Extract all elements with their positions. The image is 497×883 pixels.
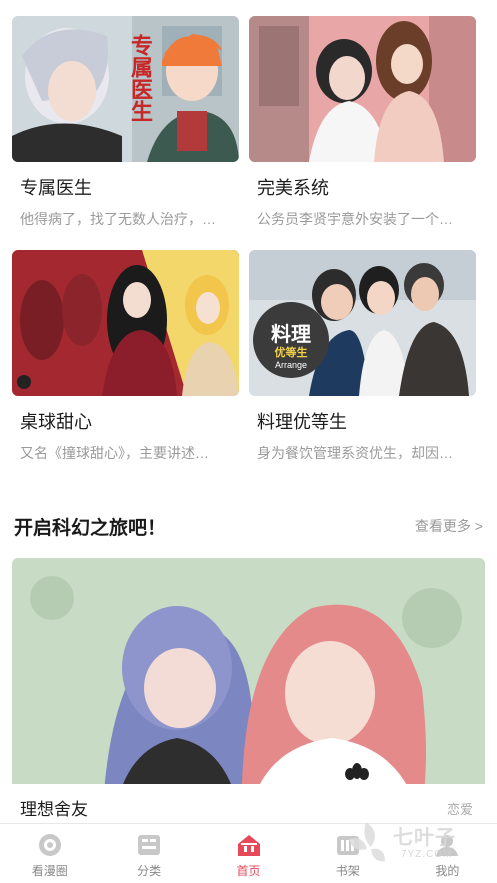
comic-description: 他得病了，找了无数人治疗，… [20, 211, 216, 227]
section-title: 开启科幻之旅吧！ [14, 517, 167, 539]
watermark-text: 七叶子 [393, 827, 456, 849]
circle-icon [35, 831, 65, 859]
comic-title: 专属医生 [20, 178, 92, 198]
brand-trefoil-mark [342, 762, 372, 780]
leaf-logo-icon [341, 817, 391, 872]
section-header: 开启科幻之旅吧！ 查看更多 > [14, 512, 483, 540]
tab-category[interactable]: 分类 [99, 824, 198, 883]
comic-title: 桌球甜心 [20, 412, 92, 432]
comic-description: 公务员李贤宇意外安装了一个… [257, 211, 453, 227]
tab-home[interactable]: 首页 [199, 824, 298, 883]
see-more-link[interactable]: 查看更多 > [415, 516, 483, 536]
featured-comic-card[interactable]: 理想舍友 恋爱 [12, 558, 485, 828]
comic-cover[interactable]: 专属医生 [12, 16, 239, 162]
comic-title: 料理优等生 [257, 412, 347, 432]
featured-title: 理想舍友 [20, 800, 88, 819]
home-icon [234, 831, 264, 859]
tab-circle[interactable]: 看漫圈 [0, 824, 99, 883]
comic-cover[interactable]: 料理 优等生 Arrange [249, 250, 476, 396]
comic-card-cooking[interactable]: 料理 优等生 Arrange 料理优等生 身为餐饮管理系资优生，却因… [249, 250, 476, 484]
watermark-subtext: 7YZ.COM [401, 849, 453, 860]
category-icon [134, 831, 164, 859]
comic-grid: 专属医生 专属医生 他得病了，找了无数人治疗，… 完美系统 公务员李贤宇意外安装… [12, 16, 485, 484]
comic-cover[interactable] [249, 16, 476, 162]
tab-label: 首页 [236, 864, 261, 878]
cover-english-art: Arrange [274, 360, 308, 370]
cover-title-art: 专属医生 [127, 34, 153, 122]
tab-label: 分类 [137, 864, 162, 878]
comic-title: 完美系统 [257, 178, 329, 198]
comic-card-system[interactable]: 完美系统 公务员李贤宇意外安装了一个… [249, 16, 476, 250]
comic-description: 身为餐饮管理系资优生，却因… [257, 445, 453, 461]
comic-card-billiard[interactable]: 桌球甜心 又名《撞球甜心》，主要讲述… [12, 250, 239, 484]
cover-title-art: 料理 [271, 324, 311, 346]
cover-subtitle-art: 优等生 [274, 347, 308, 359]
comic-description: 又名《撞球甜心》，主要讲述… [20, 445, 209, 461]
site-watermark: 七叶子 7YZ.COM [341, 813, 481, 873]
tab-label: 看漫圈 [31, 864, 68, 878]
comic-cover[interactable] [12, 250, 239, 396]
comic-card-doctor[interactable]: 专属医生 专属医生 他得病了，找了无数人治疗，… [12, 16, 239, 250]
